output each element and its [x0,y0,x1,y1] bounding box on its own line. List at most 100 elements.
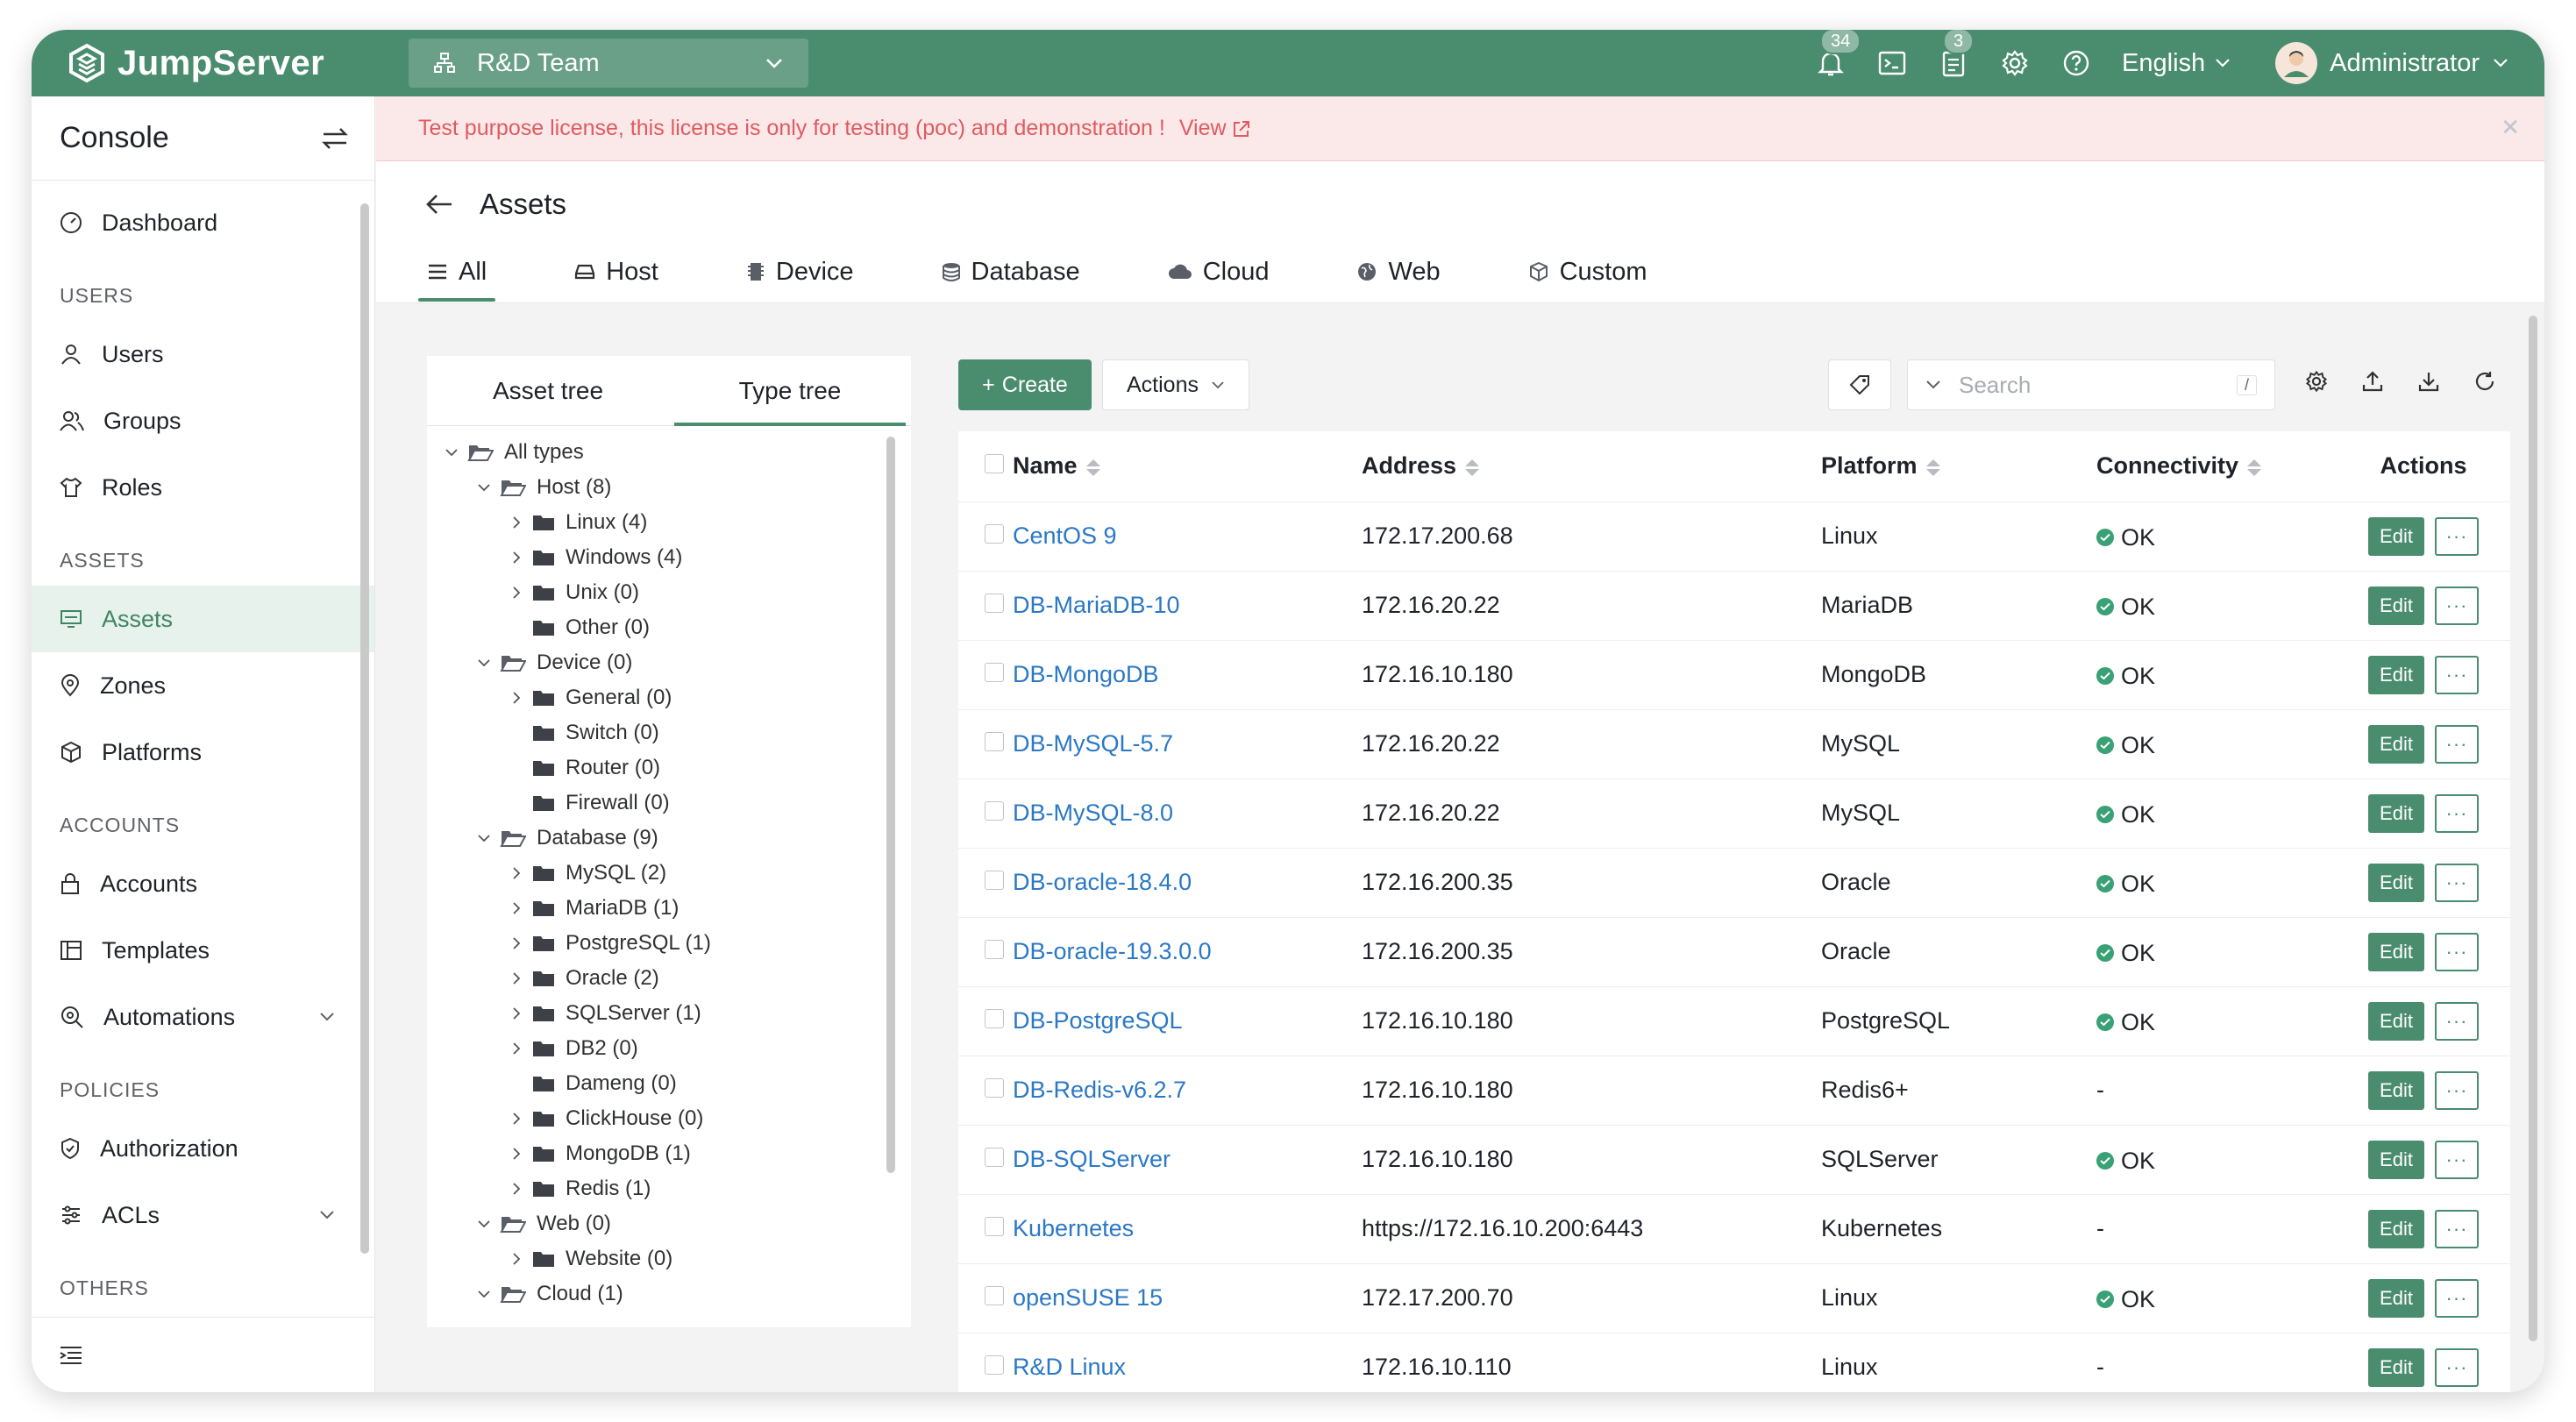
sidebar-item-authorization[interactable]: Authorization [32,1115,374,1182]
col-connectivity-header[interactable]: Connectivity [2096,431,2337,502]
sidebar-item-assets[interactable]: Assets [32,586,374,652]
more-actions-button[interactable]: ··· [2435,1070,2479,1110]
settings-button[interactable] [1999,47,2031,79]
import-button[interactable] [2414,366,2444,396]
asset-name-link[interactable]: DB-oracle-18.4.0 [1013,869,1192,895]
edit-button[interactable]: Edit [2368,1347,2424,1387]
sidebar-item-templates[interactable]: Templates [32,917,374,984]
actions-dropdown[interactable]: Actions [1102,359,1249,410]
edit-button[interactable]: Edit [2368,793,2424,833]
row-checkbox[interactable] [985,1148,1004,1167]
tab-asset-tree[interactable]: Asset tree [427,356,669,425]
asset-name-link[interactable]: DB-Redis-v6.2.7 [1013,1077,1186,1103]
sidebar-item-users[interactable]: Users [32,321,374,387]
asset-name-link[interactable]: DB-MySQL-5.7 [1013,730,1173,757]
tab-custom[interactable]: Custom [1528,247,1647,296]
edit-button[interactable]: Edit [2368,724,2424,764]
row-checkbox[interactable] [985,940,1004,959]
tab-host[interactable]: Host [574,247,658,296]
edit-button[interactable]: Edit [2368,1278,2424,1318]
collapse-sidebar-icon[interactable] [58,1344,84,1367]
tree-node[interactable]: Cloud (1) [427,1276,911,1312]
table-row[interactable]: R&D Linux 172.16.10.110 Linux - Edit ··· [958,1333,2510,1392]
tab-cloud[interactable]: Cloud [1168,247,1269,296]
asset-name-link[interactable]: CentOS 9 [1013,523,1117,549]
caret-right-icon[interactable] [512,1182,521,1196]
tree-node[interactable]: All types [427,435,911,470]
more-actions-button[interactable]: ··· [2435,863,2479,902]
tree-node[interactable]: Database (9) [427,821,911,856]
caret-right-icon[interactable] [512,1147,521,1161]
tree-node[interactable]: SQLServer (1) [427,996,911,1031]
edit-button[interactable]: Edit [2368,1070,2424,1110]
caret-down-icon[interactable] [477,483,491,492]
asset-name-link[interactable]: DB-MongoDB [1013,661,1159,687]
tree-node[interactable]: Firewall (0) [427,786,911,821]
more-actions-button[interactable]: ··· [2435,1347,2479,1387]
tree-node[interactable]: Website (0) [427,1241,911,1276]
tab-all[interactable]: All [417,247,496,302]
edit-button[interactable]: Edit [2368,1001,2424,1041]
sidebar-item-accounts[interactable]: Accounts [32,850,374,917]
row-checkbox[interactable] [985,801,1004,821]
row-checkbox[interactable] [985,594,1004,613]
table-row[interactable]: DB-MariaDB-10 172.16.20.22 MariaDB OK Edit ··… [958,571,2510,641]
tree-node[interactable]: Device (0) [427,645,911,680]
caret-down-icon[interactable] [445,448,459,457]
language-selector[interactable]: English [2122,49,2231,78]
tree-node[interactable]: Switch (0) [427,715,911,750]
row-checkbox[interactable] [985,663,1004,682]
table-row[interactable]: DB-MySQL-5.7 172.16.20.22 MySQL OK Edit ··· [958,709,2510,779]
main-scrollbar[interactable] [2529,316,2537,1341]
row-checkbox[interactable] [985,1355,1004,1375]
more-actions-button[interactable]: ··· [2435,586,2479,625]
row-checkbox[interactable] [985,871,1004,890]
col-address-header[interactable]: Address [1362,431,1821,502]
sidebar-item-dashboard[interactable]: Dashboard [32,189,374,256]
caret-down-icon[interactable] [477,658,491,667]
tree-scrollbar[interactable] [886,437,895,1173]
col-name-header[interactable]: Name [1013,431,1362,502]
switch-view-icon[interactable] [322,126,348,151]
table-row[interactable]: CentOS 9 172.17.200.68 Linux OK Edit ··· [958,501,2510,572]
help-button[interactable] [2060,47,2092,79]
table-row[interactable]: Kubernetes https://172.16.10.200:6443 Kube… [958,1194,2510,1264]
asset-name-link[interactable]: DB-SQLServer [1013,1146,1171,1172]
tree-node[interactable]: Dameng (0) [427,1066,911,1101]
user-menu[interactable]: Administrator [2275,42,2509,84]
caret-right-icon[interactable] [512,936,521,950]
edit-button[interactable]: Edit [2368,655,2424,694]
row-checkbox[interactable] [985,1217,1004,1236]
close-icon[interactable]: ✕ [2501,114,2520,141]
row-checkbox[interactable] [985,524,1004,544]
tree-node[interactable]: Other (0) [427,610,911,645]
tree-node[interactable]: Router (0) [427,750,911,786]
tree-node[interactable]: Oracle (2) [427,961,911,996]
create-button[interactable]: + Create [958,359,1092,410]
asset-name-link[interactable]: openSUSE 15 [1013,1284,1163,1311]
table-row[interactable]: DB-PostgreSQL 172.16.10.180 PostgreSQL OK Ed… [958,986,2510,1056]
brand-logo[interactable]: JumpServer [67,43,409,83]
license-view-link[interactable]: View [1179,116,1251,141]
tree-node[interactable]: Linux (4) [427,505,911,540]
tree-node[interactable]: PostgreSQL (1) [427,926,911,961]
edit-button[interactable]: Edit [2368,863,2424,902]
asset-name-link[interactable]: DB-oracle-19.3.0.0 [1013,938,1212,964]
tab-device[interactable]: Device [746,247,854,296]
tree-node[interactable]: Redis (1) [427,1171,911,1206]
table-row[interactable]: DB-MongoDB 172.16.10.180 MongoDB OK Edit ··· [958,640,2510,710]
table-row[interactable]: DB-oracle-19.3.0.0 172.16.200.35 Oracle OK E… [958,917,2510,987]
notifications-button[interactable]: 34 [1815,30,1861,79]
caret-right-icon[interactable] [512,1112,521,1126]
tab-web[interactable]: Web [1356,247,1441,296]
row-checkbox[interactable] [985,732,1004,751]
tree-node[interactable]: MongoDB (1) [427,1136,911,1171]
caret-right-icon[interactable] [512,691,521,705]
tab-database[interactable]: Database [942,247,1080,296]
more-actions-button[interactable]: ··· [2435,932,2479,971]
caret-right-icon[interactable] [512,586,521,600]
table-row[interactable]: DB-MySQL-8.0 172.16.20.22 MySQL OK Edit ··· [958,779,2510,849]
tasks-button[interactable]: 3 [1938,30,1975,79]
table-row[interactable]: openSUSE 15 172.17.200.70 Linux OK Edit ··· [958,1263,2510,1333]
tree-node[interactable]: DB2 (0) [427,1031,911,1066]
